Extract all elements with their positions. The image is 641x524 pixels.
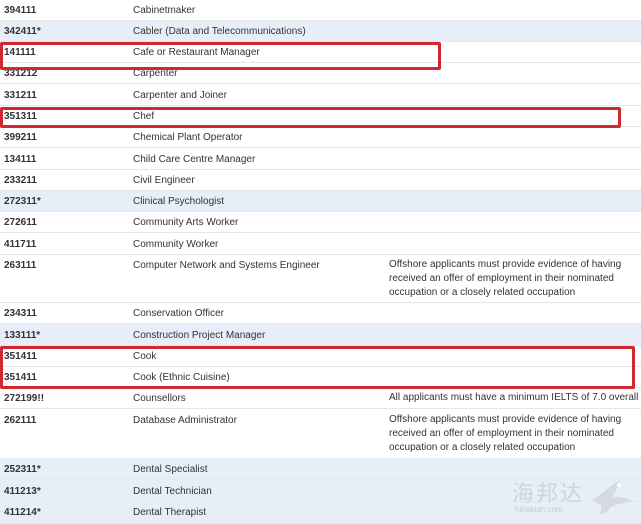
table-row: 234311 Conservation Officer (0, 303, 641, 324)
occupation-code: 411214* (4, 507, 41, 518)
table-row: 272611 Community Arts Worker (0, 212, 641, 233)
table-row: 263111 Computer Network and Systems Engi… (0, 255, 641, 303)
occupation-code: 331211 (4, 90, 37, 101)
occupation-note: Offshore applicants must provide evidenc… (389, 259, 622, 298)
occupation-name: Construction Project Manager (133, 330, 266, 341)
occupation-code: 252311* (4, 464, 41, 475)
occupation-name: Carpenter and Joiner (133, 90, 227, 101)
occupation-code: 262111 (4, 415, 37, 426)
occupation-name: Dental Specialist (133, 464, 208, 475)
table-row: 399211 Chemical Plant Operator (0, 127, 641, 148)
occupation-name: Community Worker (133, 239, 219, 250)
occupation-note: Offshore applicants must provide evidenc… (389, 414, 622, 453)
occupation-name: Computer Network and Systems Engineer (133, 260, 320, 271)
occupation-code: 342411* (4, 26, 41, 37)
bird-icon (590, 476, 636, 519)
occupation-code: 134111 (4, 154, 37, 165)
occupation-name: Counsellors (133, 393, 186, 404)
occupation-code: 272199!! (4, 393, 45, 404)
table-row: 233211 Civil Engineer (0, 170, 641, 191)
occupation-code: 233211 (4, 175, 37, 186)
occupation-code: 272311* (4, 196, 41, 207)
table-row: 262111 Database Administrator Offshore a… (0, 409, 641, 459)
occupation-name: Database Administrator (133, 415, 237, 426)
watermark: 海邦达 hinabian.com (512, 474, 637, 520)
table-row: 272199!! Counsellors All applicants must… (0, 388, 641, 409)
occupation-name: Conservation Officer (133, 308, 224, 319)
occupation-name: Dental Technician (133, 486, 212, 497)
occupation-name: Chemical Plant Operator (133, 132, 243, 143)
highlight-box-chef (0, 107, 621, 128)
watermark-text: 海邦达 (512, 482, 585, 507)
occupation-name: Dental Therapist (133, 507, 207, 518)
occupation-code: 234311 (4, 308, 37, 319)
occupation-code: 411213* (4, 486, 41, 497)
highlight-box-cook (0, 346, 635, 389)
occupation-name: Civil Engineer (133, 175, 195, 186)
occupation-name: Community Arts Worker (133, 217, 239, 228)
occupation-name: Clinical Psychologist (133, 196, 225, 207)
table-row: 133111* Construction Project Manager (0, 324, 641, 346)
table-row: 272311* Clinical Psychologist (0, 191, 641, 212)
table-row: 411711 Community Worker (0, 233, 641, 255)
occupation-name: Child Care Centre Manager (133, 154, 256, 165)
table-row: 331211 Carpenter and Joiner (0, 84, 641, 106)
occupation-code: 133111* (4, 330, 41, 341)
occupation-code: 411711 (4, 239, 37, 250)
highlight-box-cafe-manager (0, 42, 441, 70)
table-row: 342411* Cabler (Data and Telecommunicati… (0, 21, 641, 42)
occupation-code: 272611 (4, 217, 37, 228)
occupation-note: All applicants must have a minimum IELTS… (389, 392, 639, 403)
watermark-url: hinabian.com (515, 505, 563, 514)
occupation-code: 399211 (4, 132, 37, 143)
table-row: 134111 Child Care Centre Manager (0, 148, 641, 170)
occupation-name: Cabinetmaker (133, 5, 196, 16)
occupation-code: 263111 (4, 260, 37, 271)
table-row: 394111 Cabinetmaker (0, 0, 641, 21)
occupation-code: 394111 (4, 5, 37, 16)
occupation-name: Cabler (Data and Telecommunications) (133, 26, 306, 37)
